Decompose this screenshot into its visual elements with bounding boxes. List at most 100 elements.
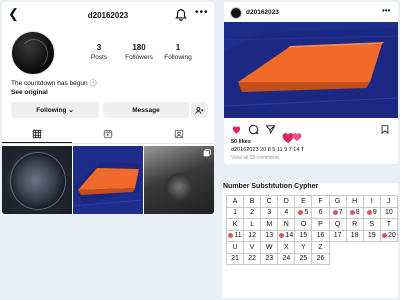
cipher-empty-cell (380, 242, 397, 254)
post-actions (224, 124, 398, 136)
post-panel: d20162023 ••• 50 likes d20162023 20 8 5 … (224, 2, 398, 164)
cipher-empty-cell (380, 253, 397, 265)
profile-topbar: ❮ d20162023 ••• (2, 2, 214, 28)
avatar[interactable] (11, 31, 55, 75)
post-avatar[interactable] (230, 7, 242, 19)
cipher-letters-row: ABCDEFGHIJ (225, 195, 398, 208)
bookmark-icon[interactable] (380, 124, 390, 135)
cipher-number: 11 (234, 232, 242, 240)
tab-reels[interactable] (73, 129, 143, 143)
cipher-letter-cell: E (294, 195, 313, 208)
more-options-icon[interactable]: ••• (195, 7, 209, 18)
cipher-number: 5 (304, 209, 309, 217)
cipher-number-cell: 18 (345, 229, 364, 242)
post-username[interactable]: d20162023 (246, 9, 279, 16)
cipher-empty-cell (329, 242, 346, 254)
cipher-number-cell: 3 (260, 206, 279, 219)
cipher-number-cell: 21 (225, 252, 245, 265)
highlight-dot-icon (298, 209, 304, 215)
tagged-icon (174, 129, 184, 139)
cipher-letter-cell: A (225, 195, 245, 208)
cipher-number: 8 (355, 209, 360, 217)
cipher-card: Number Substitution Cypher ABCDEFGHIJ123… (222, 183, 398, 298)
post-image[interactable] (224, 22, 398, 118)
stat-followers[interactable]: 180 Followers (119, 43, 159, 61)
likes-count[interactable]: 50 likes (231, 139, 251, 145)
profile-tabs (2, 128, 214, 144)
cipher-letter-cell: Q (328, 218, 347, 231)
cipher-letters-row: UVWXYZ (225, 241, 398, 254)
cipher-empty-cell (363, 253, 380, 265)
highlight-dot-icon (366, 209, 372, 215)
cipher-number-cell: 11 (225, 229, 245, 242)
cipher-number-cell: 6 (311, 206, 330, 219)
message-button[interactable]: Message (103, 102, 189, 118)
cipher-number: 20 (388, 232, 396, 240)
cipher-letter-cell: P (311, 218, 330, 231)
see-original-link[interactable]: See original (11, 89, 48, 96)
post-caption: d20162023 20 8 5 11 9 7 14 T (231, 147, 305, 153)
highlight-dot-icon (332, 209, 338, 215)
cipher-letter-cell: O (294, 218, 313, 231)
grid-post-dark[interactable] (144, 146, 214, 214)
highlight-dot-icon (382, 232, 388, 238)
profile-panel: ❮ d20162023 ••• 3 Posts 180 Followers 1 … (2, 2, 214, 214)
cipher-letter-cell: F (311, 195, 330, 208)
stat-following[interactable]: 1 Following (158, 43, 198, 61)
tab-grid[interactable] (2, 129, 72, 143)
cipher-number-cell: 5 (294, 206, 313, 219)
cipher-number-cell: 13 (260, 229, 279, 242)
following-button[interactable]: Following ⌄ (11, 102, 99, 118)
highlight-dot-icon (279, 232, 285, 238)
cipher-number-cell: 14 (277, 229, 296, 242)
share-icon[interactable] (265, 124, 276, 135)
cipher-letter-cell: Y (294, 241, 313, 254)
cipher-numbers-row: 11 12 13 14 15 16 17 18 19 20 (225, 229, 398, 242)
cipher-number-cell: 25 (294, 252, 313, 265)
cipher-letter-cell: R (345, 218, 364, 231)
cipher-number-cell: 19 (362, 229, 381, 242)
cipher-letter-cell: D (277, 195, 296, 208)
tab-tagged[interactable] (144, 129, 214, 143)
stat-value: 180 (132, 43, 146, 52)
cipher-number: 14 (285, 232, 294, 240)
comment-icon[interactable] (248, 124, 259, 135)
cipher-number: 7 (338, 209, 343, 217)
heart-icon[interactable] (231, 124, 242, 135)
stat-value: 3 (96, 43, 102, 52)
cipher-number-cell: 20 (379, 229, 398, 242)
cipher-number: 9 (372, 209, 377, 217)
cipher-number-cell: 23 (260, 252, 279, 265)
cipher-title: Number Substitution Cypher (223, 183, 319, 190)
court-image (73, 146, 143, 214)
cipher-letter-cell: G (328, 195, 347, 208)
cipher-letter-cell: H (345, 195, 364, 208)
highlight-dot-icon (349, 209, 355, 215)
view-comments-link[interactable]: View all 18 comments (231, 155, 280, 161)
cipher-letter-cell: L (243, 218, 262, 231)
cipher-numbers-row: 21 22 23 24 25 26 (225, 252, 398, 265)
add-user-button[interactable] (191, 102, 208, 118)
cipher-number-cell: 10 (379, 206, 398, 219)
stat-posts[interactable]: 3 Posts (79, 43, 119, 61)
grid-post-court[interactable] (73, 146, 143, 214)
cipher-letter-cell: Z (311, 241, 330, 254)
cipher-letter-cell: C (260, 195, 279, 208)
floating-hearts-icon (282, 133, 302, 143)
cipher-number-cell: 9 (362, 206, 381, 219)
cipher-number-cell: 24 (277, 252, 296, 265)
cipher-table: A B C D E F G H I J 1 2 3 4 5 6 7 8 9 10 K L M N O P Q R S T 11 12 13 14 1… (225, 195, 398, 265)
cipher-empty-cell (346, 253, 363, 265)
bell-icon[interactable] (174, 8, 188, 22)
cipher-letter-cell: K (225, 218, 245, 231)
grid-post-ball[interactable] (2, 146, 72, 214)
cipher-letter-cell: I (362, 195, 381, 208)
cipher-letter-cell: U (225, 241, 245, 254)
stat-label: Posts (90, 54, 108, 61)
stat-label: Following (164, 54, 192, 61)
more-options-icon[interactable]: ••• (382, 6, 390, 15)
cipher-letters-row: KLMNOPQRST (225, 218, 398, 231)
reels-icon (103, 129, 113, 139)
cipher-number-cell: 17 (328, 229, 347, 242)
cipher-letter-cell: N (277, 218, 296, 231)
